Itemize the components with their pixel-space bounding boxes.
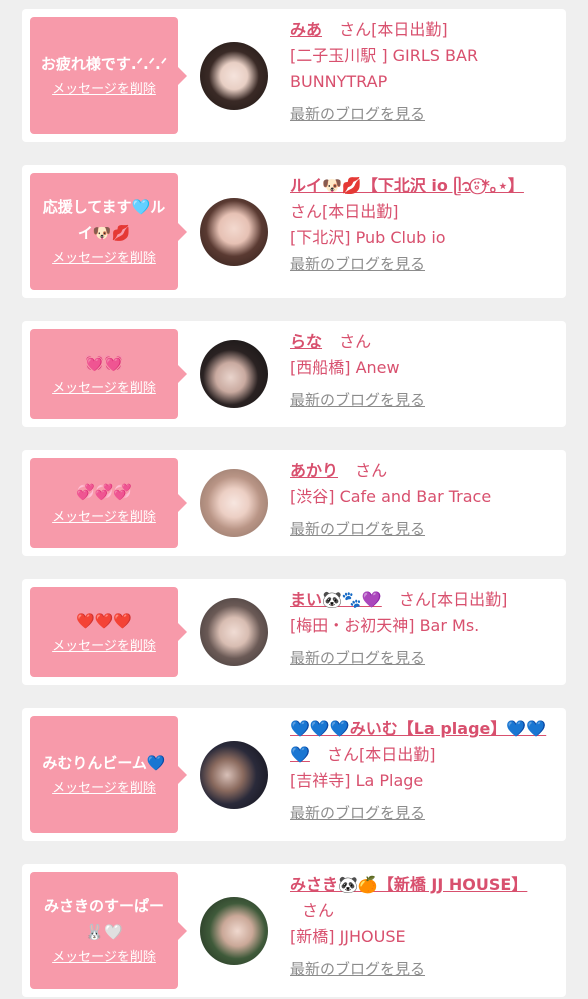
message-text: 💞💞💞: [75, 482, 133, 501]
message-text: 応援してます🩵ルイ🐶💋: [42, 198, 166, 242]
message-card: お疲れ様です.ᐟ‪.ᐟ‪‪.ᐟ‪ メッセージを削除 みあ さん[本日出勤] [二…: [22, 9, 566, 142]
message-card: みさきのすーぱー🐰🤍 メッセージを削除 みさき🐼🍊【新橋 JJ HOUSE】 さ…: [22, 864, 566, 997]
store-name: [渋谷] Cafe and Bar Trace: [290, 487, 492, 506]
avatar[interactable]: [200, 598, 268, 666]
latest-blog-link[interactable]: 最新のブログを見る: [290, 800, 425, 826]
message-bubble: 💞💞💞 メッセージを削除: [30, 458, 187, 548]
message-text: みさきのすーぱー🐰🤍: [43, 897, 164, 941]
avatar[interactable]: [200, 469, 268, 537]
working-today-badge: [本日出勤]: [371, 20, 448, 39]
latest-blog-link[interactable]: 最新のブログを見る: [290, 251, 425, 277]
message-card: みむりんビーム💙 メッセージを削除 💙💙💙みいむ【La plage】💙💙💙 さん…: [22, 708, 566, 841]
message-card: 💓💓 メッセージを削除 らな さん [西船橋] Anew 最新のブログを見る: [22, 321, 566, 427]
working-today-badge: [本日出勤]: [430, 590, 508, 609]
store-name: [下北沢] Pub Club io: [290, 228, 446, 247]
honorific: さん: [302, 901, 335, 920]
message-text: ❤️❤️❤️: [75, 611, 133, 630]
message-bubble: 💓💓 メッセージを削除: [30, 329, 187, 419]
cast-info: みあ さん[本日出勤] [二子玉川駅 ] GIRLS BAR BUNNYTRAP…: [290, 17, 558, 127]
avatar[interactable]: [200, 42, 268, 110]
avatar[interactable]: [200, 340, 268, 408]
cast-info: あかり さん [渋谷] Cafe and Bar Trace 最新のブログを見る: [290, 458, 558, 542]
store-name: [二子玉川駅 ] GIRLS BAR BUNNYTRAP: [290, 46, 479, 91]
cast-name-link[interactable]: まい🐼🐾💜: [290, 590, 382, 609]
cast-name-link[interactable]: みあ: [290, 20, 322, 39]
delete-message-link[interactable]: メッセージを削除: [52, 948, 156, 968]
message-text: 💓💓: [85, 353, 123, 372]
message-bubble: みさきのすーぱー🐰🤍 メッセージを削除: [30, 872, 187, 989]
working-today-badge: [本日出勤]: [322, 202, 399, 221]
delete-message-link[interactable]: メッセージを削除: [52, 80, 156, 100]
cast-name-link[interactable]: あかり: [290, 461, 338, 480]
message-text: みむりんビーム💙: [42, 754, 166, 772]
store-name: [新橋] JJHOUSE: [290, 927, 406, 946]
cast-name-link[interactable]: らな: [290, 332, 322, 351]
message-bubble: みむりんビーム💙 メッセージを削除: [30, 716, 187, 833]
honorific: さん: [339, 332, 372, 351]
avatar[interactable]: [200, 198, 268, 266]
delete-message-link[interactable]: メッセージを削除: [52, 249, 156, 269]
message-card: ❤️❤️❤️ メッセージを削除 まい🐼🐾💜 さん[本日出勤] [梅田・お初天神]…: [22, 579, 566, 685]
message-text: お疲れ様です.ᐟ‪.ᐟ‪‪.ᐟ‪: [40, 55, 168, 73]
latest-blog-link[interactable]: 最新のブログを見る: [290, 516, 425, 542]
working-today-badge: [本日出勤]: [359, 745, 436, 764]
honorific: さん: [327, 745, 360, 764]
cast-info: まい🐼🐾💜 さん[本日出勤] [梅田・お初天神] Bar Ms. 最新のブログを…: [290, 587, 558, 671]
store-name: [西船橋] Anew: [290, 358, 400, 377]
cast-name-link[interactable]: ルイ🐶💋【下北沢 io ᥫ᭡⍤⃝*｡⋆】: [290, 176, 524, 195]
honorific: さん: [355, 461, 388, 480]
cast-info: みさき🐼🍊【新橋 JJ HOUSE】 さん [新橋] JJHOUSE 最新のブロ…: [290, 872, 558, 982]
latest-blog-link[interactable]: 最新のブログを見る: [290, 387, 425, 413]
cast-info: らな さん [西船橋] Anew 最新のブログを見る: [290, 329, 558, 413]
message-card: 応援してます🩵ルイ🐶💋 メッセージを削除 ルイ🐶💋【下北沢 io ᥫ᭡⍤⃝*｡⋆…: [22, 165, 566, 298]
cast-name-link[interactable]: みさき🐼🍊【新橋 JJ HOUSE】: [290, 875, 527, 894]
store-name: [梅田・お初天神] Bar Ms.: [290, 616, 480, 635]
delete-message-link[interactable]: メッセージを削除: [52, 508, 156, 528]
honorific: さん: [339, 20, 372, 39]
delete-message-link[interactable]: メッセージを削除: [52, 637, 156, 657]
avatar[interactable]: [200, 897, 268, 965]
store-name: [吉祥寺] La Plage: [290, 771, 424, 790]
latest-blog-link[interactable]: 最新のブログを見る: [290, 101, 425, 127]
delete-message-link[interactable]: メッセージを削除: [52, 379, 156, 399]
avatar[interactable]: [200, 741, 268, 809]
honorific: さん: [398, 590, 431, 609]
latest-blog-link[interactable]: 最新のブログを見る: [290, 956, 425, 982]
message-bubble: お疲れ様です.ᐟ‪.ᐟ‪‪.ᐟ‪ メッセージを削除: [30, 17, 187, 134]
honorific: さん: [290, 202, 323, 221]
latest-blog-link[interactable]: 最新のブログを見る: [290, 645, 425, 671]
cast-info: ルイ🐶💋【下北沢 io ᥫ᭡⍤⃝*｡⋆】 さん[本日出勤] [下北沢] Pub …: [290, 173, 558, 277]
message-bubble: 応援してます🩵ルイ🐶💋 メッセージを削除: [30, 173, 187, 290]
message-bubble: ❤️❤️❤️ メッセージを削除: [30, 587, 187, 677]
message-card: 💞💞💞 メッセージを削除 あかり さん [渋谷] Cafe and Bar Tr…: [22, 450, 566, 556]
delete-message-link[interactable]: メッセージを削除: [52, 779, 156, 799]
cast-info: 💙💙💙みいむ【La plage】💙💙💙 さん[本日出勤] [吉祥寺] La Pl…: [290, 716, 558, 826]
